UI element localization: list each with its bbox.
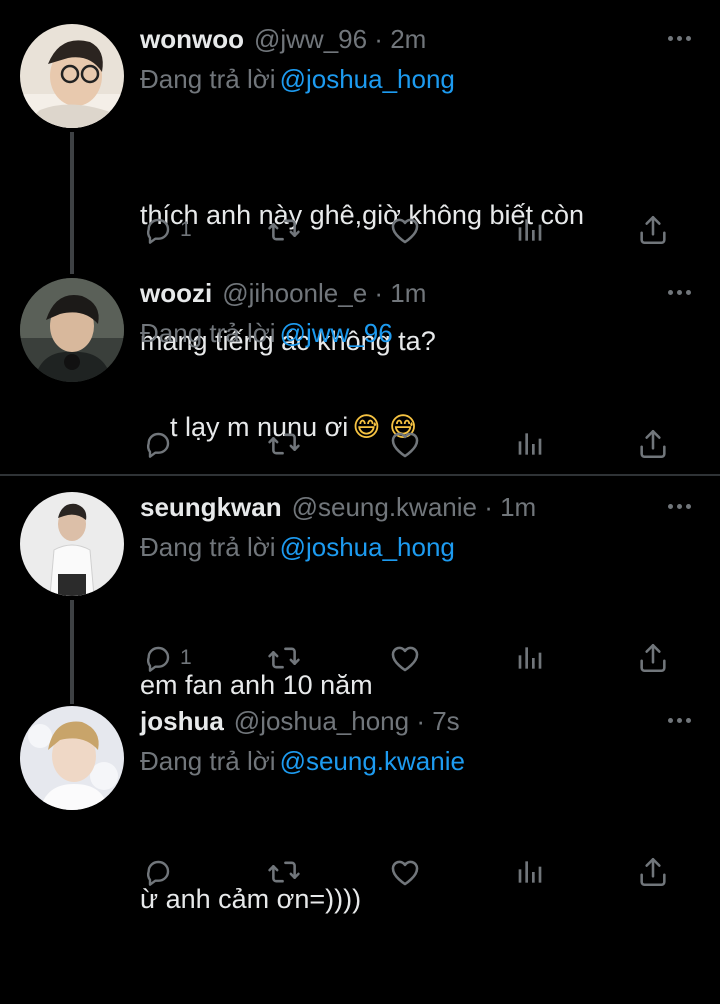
mention-link[interactable]: @jww_96 <box>280 318 393 348</box>
heart-icon <box>388 641 422 675</box>
retweet-icon <box>266 855 302 889</box>
handle-time[interactable]: @jww_96 · 2m <box>254 24 426 55</box>
like-button[interactable] <box>388 424 422 464</box>
comment-icon <box>142 856 174 888</box>
tweet-text: ừ anh cảm ơn=)))) <box>140 794 361 1004</box>
replying-to-label: Đang trả lời <box>140 64 276 94</box>
replying-to: Đang trả lời @jww_96 <box>140 318 393 349</box>
reply-button[interactable]: 1 <box>142 210 192 250</box>
replying-to: Đang trả lời @joshua_hong <box>140 532 455 563</box>
share-button[interactable] <box>636 638 670 678</box>
tweet[interactable]: joshua @joshua_hong · 7s Đang trả lời @se… <box>0 706 720 914</box>
share-button[interactable] <box>636 424 670 464</box>
like-button[interactable] <box>388 210 422 250</box>
avatar[interactable] <box>20 706 124 810</box>
avatar[interactable] <box>20 492 124 596</box>
action-bar: 1 <box>0 210 720 250</box>
views-button[interactable] <box>514 424 546 464</box>
views-button[interactable] <box>514 210 546 250</box>
avatar[interactable] <box>20 24 124 128</box>
reply-button[interactable]: 1 <box>142 638 192 678</box>
retweet-button[interactable] <box>266 852 302 892</box>
reply-count: 1 <box>180 218 192 241</box>
reply-button[interactable] <box>142 424 180 464</box>
analytics-icon <box>514 214 546 246</box>
heart-icon <box>388 427 422 461</box>
action-bar <box>0 424 720 464</box>
views-button[interactable] <box>514 638 546 678</box>
retweet-icon <box>266 427 302 461</box>
display-name[interactable]: seungkwan <box>140 492 282 523</box>
tweet-header: joshua @joshua_hong · 7s <box>140 706 460 746</box>
replying-to: Đang trả lời @joshua_hong <box>140 64 455 95</box>
more-icon[interactable] <box>668 712 692 728</box>
tweet[interactable]: wonwoo @jww_96 · 2m Đang trả lời @joshua_… <box>0 24 720 356</box>
tweet-header: wonwoo @jww_96 · 2m <box>140 24 426 64</box>
tweet[interactable]: seungkwan @seung.kwanie · 1m Đang trả lờ… <box>0 492 720 700</box>
action-bar: 1 <box>0 638 720 678</box>
retweet-icon <box>266 213 302 247</box>
retweet-button[interactable] <box>266 638 302 678</box>
avatar[interactable] <box>20 278 124 382</box>
replying-to-label: Đang trả lời <box>140 746 276 776</box>
share-button[interactable] <box>636 852 670 892</box>
display-name[interactable]: wonwoo <box>140 24 244 55</box>
more-icon[interactable] <box>668 498 692 514</box>
divider <box>0 474 720 476</box>
retweet-button[interactable] <box>266 210 302 250</box>
heart-icon <box>388 855 422 889</box>
retweet-icon <box>266 641 302 675</box>
display-name[interactable]: joshua <box>140 706 224 737</box>
reply-count: 1 <box>180 646 192 669</box>
views-button[interactable] <box>514 852 546 892</box>
mention-link[interactable]: @joshua_hong <box>280 64 455 94</box>
tweet[interactable]: woozi @jihoonle_e · 1m Đang trả lời @jww_… <box>0 278 720 468</box>
mention-link[interactable]: @joshua_hong <box>280 532 455 562</box>
display-name[interactable]: woozi <box>140 278 212 309</box>
comment-icon <box>142 214 174 246</box>
more-icon[interactable] <box>668 284 692 300</box>
comment-icon <box>142 642 174 674</box>
replying-to: Đang trả lời @seung.kwanie <box>140 746 465 777</box>
analytics-icon <box>514 642 546 674</box>
mention-link[interactable]: @seung.kwanie <box>280 746 465 776</box>
handle-time[interactable]: @seung.kwanie · 1m <box>292 492 537 523</box>
handle-time[interactable]: @jihoonle_e · 1m <box>222 278 426 309</box>
analytics-icon <box>514 856 546 888</box>
share-icon <box>636 213 670 247</box>
replying-to-label: Đang trả lời <box>140 532 276 562</box>
share-button[interactable] <box>636 210 670 250</box>
handle-time[interactable]: @joshua_hong · 7s <box>234 706 460 737</box>
like-button[interactable] <box>388 638 422 678</box>
share-icon <box>636 641 670 675</box>
share-icon <box>636 855 670 889</box>
analytics-icon <box>514 428 546 460</box>
replying-to-label: Đang trả lời <box>140 318 276 348</box>
action-bar <box>0 852 720 892</box>
tweet-header: seungkwan @seung.kwanie · 1m <box>140 492 536 532</box>
reply-button[interactable] <box>142 852 180 892</box>
share-icon <box>636 427 670 461</box>
retweet-button[interactable] <box>266 424 302 464</box>
heart-icon <box>388 213 422 247</box>
comment-icon <box>142 428 174 460</box>
more-icon[interactable] <box>668 30 692 46</box>
like-button[interactable] <box>388 852 422 892</box>
tweet-header: woozi @jihoonle_e · 1m <box>140 278 426 318</box>
